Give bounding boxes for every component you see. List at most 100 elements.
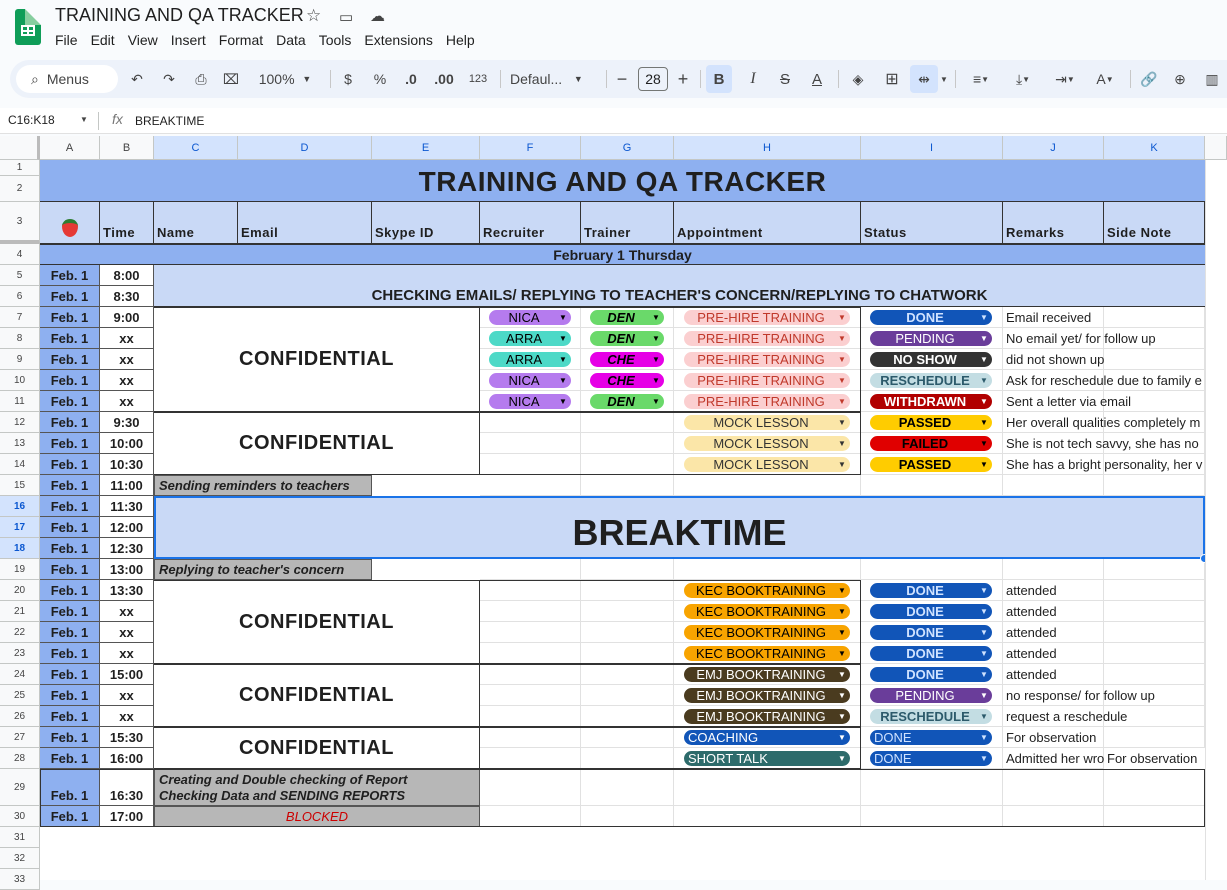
text-wrapping-icon[interactable]: ⇥ ▼ xyxy=(1046,60,1084,98)
column-header-e[interactable]: E xyxy=(372,136,480,160)
menu-tools[interactable]: Tools xyxy=(319,32,352,48)
insert-comment-icon[interactable]: ⊕ xyxy=(1168,60,1192,98)
status-dropdown[interactable]: DONE ▼ xyxy=(870,646,992,661)
empty-cell[interactable] xyxy=(1104,475,1205,496)
remark-cell[interactable]: attended xyxy=(1003,664,1104,685)
fill-color-icon[interactable]: ◈ xyxy=(846,60,870,98)
empty-cell[interactable] xyxy=(1104,769,1205,806)
recruiter-dropdown[interactable]: ARRA ▼ xyxy=(489,331,571,346)
empty-cell[interactable] xyxy=(1104,643,1205,664)
status-dropdown[interactable]: DONE ▼ xyxy=(870,751,992,766)
font-size-decrease[interactable]: − xyxy=(614,60,630,98)
empty-cell[interactable] xyxy=(480,664,581,685)
appointment-dropdown[interactable]: MOCK LESSON ▼ xyxy=(684,436,850,451)
merge-cells-icon[interactable]: ⇹ xyxy=(910,65,938,93)
row-header-17[interactable]: 17 xyxy=(0,517,40,538)
recruiter-dropdown[interactable]: NICA ▼ xyxy=(489,373,571,388)
chevron-down-icon[interactable]: ▼ xyxy=(80,115,88,124)
appointment-dropdown[interactable]: KEC BOOKTRAINING ▼ xyxy=(684,604,850,619)
vertical-align-icon[interactable]: ⤓ ▼ xyxy=(1004,60,1042,98)
trainer-dropdown[interactable]: DEN ▼ xyxy=(590,310,664,325)
remark-cell[interactable]: no response/ for follow up xyxy=(1003,685,1155,706)
row-header-9[interactable]: 9 xyxy=(0,349,40,370)
row-header-3[interactable]: 3 xyxy=(0,202,40,244)
empty-cell[interactable] xyxy=(480,748,581,769)
empty-cell[interactable] xyxy=(581,412,674,433)
empty-cell[interactable] xyxy=(674,769,861,806)
trainer-dropdown[interactable]: DEN ▼ xyxy=(590,331,664,346)
row-header-19[interactable]: 19 xyxy=(0,559,40,580)
horizontal-align-icon[interactable]: ≡ ▼ xyxy=(962,60,1000,98)
empty-cell[interactable] xyxy=(861,475,1003,496)
empty-cell[interactable] xyxy=(1003,559,1104,580)
empty-cell[interactable] xyxy=(1104,349,1205,370)
remark-cell[interactable]: Her overall qualities completely m xyxy=(1003,412,1200,433)
recruiter-dropdown[interactable]: ARRA ▼ xyxy=(489,352,571,367)
status-dropdown[interactable]: WITHDRAWN ▼ xyxy=(870,394,992,409)
status-dropdown[interactable]: DONE ▼ xyxy=(870,667,992,682)
insert-link-icon[interactable]: 🔗 xyxy=(1137,60,1161,98)
text-color-icon[interactable]: A xyxy=(805,60,829,98)
empty-cell[interactable] xyxy=(480,433,581,454)
column-header-b[interactable]: B xyxy=(100,136,154,160)
document-title[interactable]: TRAINING AND QA TRACKER xyxy=(55,5,304,26)
empty-cell[interactable] xyxy=(861,769,1003,806)
row-header-27[interactable]: 27 xyxy=(0,727,40,748)
trainer-dropdown[interactable]: CHE ▼ xyxy=(590,352,664,367)
row-header-22[interactable]: 22 xyxy=(0,622,40,643)
name-box[interactable]: C16:K18 xyxy=(8,113,55,127)
strikethrough-icon[interactable]: S xyxy=(774,60,796,98)
empty-cell[interactable] xyxy=(1104,559,1205,580)
empty-cell[interactable] xyxy=(480,559,581,580)
appointment-dropdown[interactable]: PRE-HIRE TRAINING ▼ xyxy=(684,352,850,367)
row-header-7[interactable]: 7 xyxy=(0,307,40,328)
empty-cell[interactable] xyxy=(581,601,674,622)
empty-cell[interactable] xyxy=(581,706,674,727)
status-dropdown[interactable]: PENDING ▼ xyxy=(870,331,992,346)
text-rotation-icon[interactable]: A ▼ xyxy=(1086,60,1124,98)
star-icon[interactable]: ☆ xyxy=(306,6,321,26)
row-header-18[interactable]: 18 xyxy=(0,538,40,559)
status-dropdown[interactable]: NO SHOW ▼ xyxy=(870,352,992,367)
empty-cell[interactable] xyxy=(1104,307,1205,328)
empty-cell[interactable] xyxy=(480,643,581,664)
row-header-11[interactable]: 11 xyxy=(0,391,40,412)
remark-cell[interactable]: Email received xyxy=(1003,307,1104,328)
font-size-input[interactable]: 28 xyxy=(638,67,668,91)
menu-format[interactable]: Format xyxy=(219,32,263,48)
appointment-dropdown[interactable]: EMJ BOOKTRAINING ▼ xyxy=(684,709,850,724)
empty-cell[interactable] xyxy=(581,580,674,601)
empty-cell[interactable] xyxy=(480,580,581,601)
remark-cell[interactable]: Admitted her wro xyxy=(1003,748,1104,769)
empty-cell[interactable] xyxy=(1104,622,1205,643)
empty-cell[interactable] xyxy=(1104,601,1205,622)
empty-cell[interactable] xyxy=(581,622,674,643)
column-header-f[interactable]: F xyxy=(480,136,581,160)
appointment-dropdown[interactable]: KEC BOOKTRAINING ▼ xyxy=(684,646,850,661)
move-folder-icon[interactable]: ▭ xyxy=(339,8,353,26)
row-header-12[interactable]: 12 xyxy=(0,412,40,433)
borders-icon[interactable]: ⊞ xyxy=(880,60,904,98)
status-dropdown[interactable]: PENDING ▼ xyxy=(870,688,992,703)
empty-cell[interactable] xyxy=(480,706,581,727)
empty-cell[interactable] xyxy=(1003,475,1104,496)
row-header-24[interactable]: 24 xyxy=(0,664,40,685)
empty-cell[interactable] xyxy=(1104,727,1205,748)
status-dropdown[interactable]: DONE ▼ xyxy=(870,310,992,325)
trainer-dropdown[interactable]: CHE ▼ xyxy=(590,373,664,388)
remark-cell[interactable]: attended xyxy=(1003,643,1104,664)
row-header-29[interactable]: 29 xyxy=(0,769,40,806)
column-header-k[interactable]: K xyxy=(1104,136,1205,160)
appointment-dropdown[interactable]: MOCK LESSON ▼ xyxy=(684,415,850,430)
menu-view[interactable]: View xyxy=(128,32,158,48)
remark-cell[interactable]: did not shown up xyxy=(1003,349,1104,370)
appointment-dropdown[interactable]: SHORT TALK ▼ xyxy=(684,751,850,766)
menu-extensions[interactable]: Extensions xyxy=(364,32,432,48)
empty-cell[interactable] xyxy=(674,559,861,580)
percent-button[interactable]: % xyxy=(370,60,390,98)
empty-cell[interactable] xyxy=(1104,580,1205,601)
bold-icon[interactable]: B xyxy=(706,65,732,93)
empty-cell[interactable] xyxy=(1003,806,1104,827)
row-header-30[interactable]: 30 xyxy=(0,806,40,827)
trainer-dropdown[interactable]: DEN ▼ xyxy=(590,394,664,409)
